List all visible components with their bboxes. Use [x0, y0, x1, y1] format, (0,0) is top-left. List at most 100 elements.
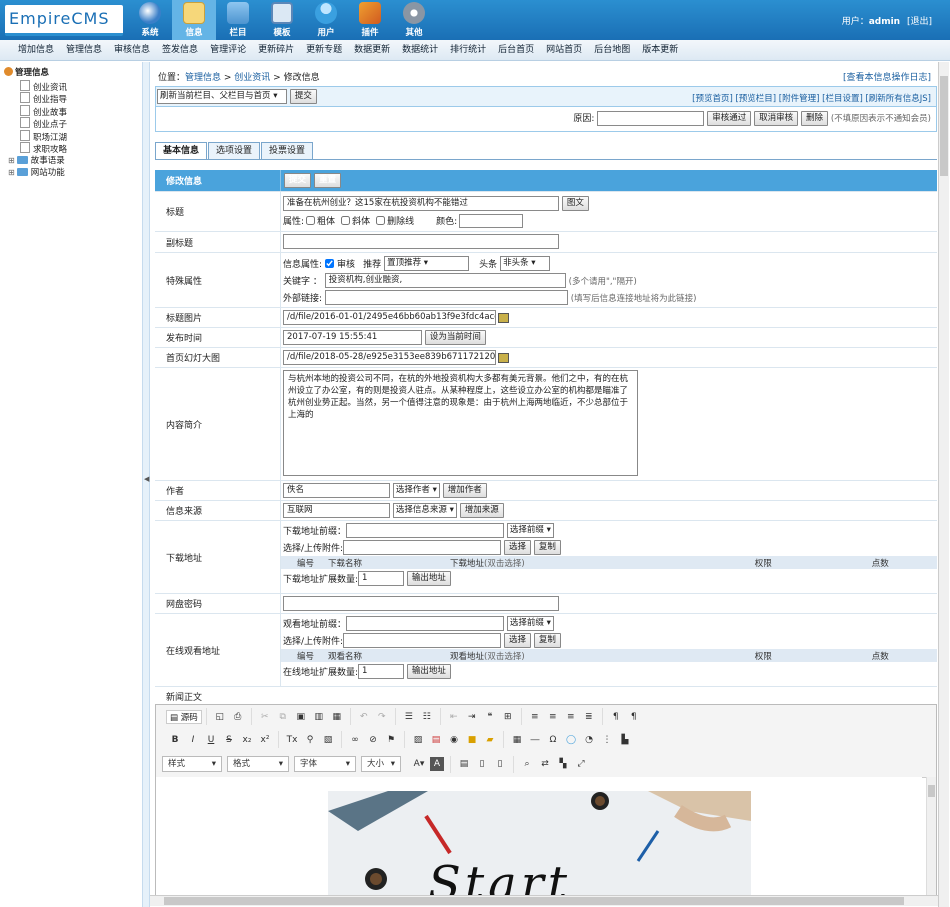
ltr-icon[interactable]: ¶: [609, 710, 623, 724]
crumb-manage[interactable]: 管理信息: [185, 73, 221, 83]
subnav-audit-info[interactable]: 审核信息: [108, 40, 156, 60]
next-page-icon[interactable]: ▙: [618, 733, 632, 747]
online-file-input[interactable]: [343, 633, 502, 648]
source-input[interactable]: 互联网: [283, 503, 390, 518]
form-reset-button[interactable]: 重置: [314, 173, 342, 188]
module-template[interactable]: 模板: [260, 0, 304, 40]
rtl-icon[interactable]: ¶: [627, 710, 641, 724]
page-break-icon[interactable]: ⋮: [600, 733, 614, 747]
headline-select[interactable]: 非头条 ▾: [500, 256, 551, 271]
smiley-icon[interactable]: ◯: [564, 733, 578, 747]
titlepic-input[interactable]: /d/file/2016-01-01/2495e46bb60ab13f9e3fd…: [283, 310, 496, 325]
subnav-manage-info[interactable]: 管理信息: [60, 40, 108, 60]
audit-cancel-button[interactable]: 取消审核: [754, 111, 799, 126]
align-right-icon[interactable]: ≡: [564, 710, 578, 724]
anchor-icon[interactable]: ⚑: [384, 733, 398, 747]
add-source-button[interactable]: 增加来源: [459, 503, 504, 518]
copy-icon[interactable]: ⧉: [276, 710, 290, 724]
outdent-icon[interactable]: ⇤: [447, 710, 461, 724]
title-color-input[interactable]: [459, 213, 524, 228]
image-icon[interactable]: ▨: [411, 733, 425, 747]
title-input[interactable]: 准备在杭州创业？这15家在杭投资机构不能错过: [283, 196, 559, 211]
replace-icon[interactable]: ⇄: [538, 757, 552, 771]
download-file-input[interactable]: [343, 540, 502, 555]
image-select-icon[interactable]: [498, 352, 509, 363]
collapse-arrow-icon[interactable]: ◀: [144, 475, 149, 483]
source-select[interactable]: 选择信息来源 ▾: [392, 503, 457, 518]
recommend-select[interactable]: 置顶推荐 ▾: [384, 256, 470, 271]
main-scrollbar[interactable]: [938, 62, 949, 907]
subnav-data-update[interactable]: 数据更新: [348, 40, 396, 60]
table-icon[interactable]: ▦: [510, 733, 524, 747]
sidebar-splitter[interactable]: ◀: [142, 62, 150, 907]
external-link-input[interactable]: [324, 290, 568, 305]
refresh-select[interactable]: 刷新当前栏目、父栏目与首页 ▾: [157, 89, 287, 104]
link-icon[interactable]: ∞: [348, 733, 362, 747]
file-icon[interactable]: ■: [465, 733, 479, 747]
tree-item[interactable]: 创业指导: [4, 92, 138, 105]
pan-password-input[interactable]: [283, 596, 559, 611]
subtitle-input[interactable]: [283, 234, 559, 249]
horizontal-rule-icon[interactable]: ―: [528, 733, 542, 747]
tree-folder[interactable]: 故事语录: [4, 155, 138, 168]
subnav-update-topics[interactable]: 更新专题: [300, 40, 348, 60]
folder-icon[interactable]: ▰: [483, 733, 497, 747]
template-icon[interactable]: ▧: [321, 733, 335, 747]
module-system[interactable]: 系统: [128, 0, 172, 40]
module-column[interactable]: 栏目: [216, 0, 260, 40]
editor-body[interactable]: Start: [156, 777, 922, 905]
font-dropdown[interactable]: 字体 ▾: [294, 756, 356, 772]
strike-checkbox[interactable]: [376, 216, 386, 225]
numbered-list-icon[interactable]: ☰: [402, 710, 416, 724]
preview-links[interactable]: [预览首页] [预览栏目] [附件管理] [栏目设置] [刷新所有信息JS]: [692, 92, 931, 104]
text-color-icon[interactable]: A▾: [412, 757, 426, 771]
new-page-icon[interactable]: ▯: [475, 757, 489, 771]
remove-format-icon[interactable]: Tx: [285, 733, 299, 747]
indent-icon[interactable]: ⇥: [465, 710, 479, 724]
download-output-button[interactable]: 输出地址: [406, 570, 451, 586]
iframe-icon[interactable]: ◔: [582, 733, 596, 747]
subnav-rank-stats[interactable]: 排行统计: [444, 40, 492, 60]
tree-root[interactable]: 管理信息: [4, 67, 138, 80]
subnav-sign-info[interactable]: 签发信息: [156, 40, 204, 60]
maximize-icon[interactable]: ⤢: [574, 757, 588, 771]
tree-item[interactable]: 求职攻略: [4, 142, 138, 155]
tab-options[interactable]: 选项设置: [208, 142, 261, 159]
tree-item[interactable]: 职场江湖: [4, 130, 138, 143]
newstime-input[interactable]: 2017-07-19 15:55:41: [283, 330, 422, 345]
flash-icon[interactable]: ▤: [429, 733, 443, 747]
strike-icon[interactable]: S: [222, 733, 236, 747]
align-justify-icon[interactable]: ≣: [582, 710, 596, 724]
underline-icon[interactable]: U: [204, 733, 218, 747]
logo[interactable]: EmpireCMS: [5, 5, 123, 36]
undo-icon[interactable]: ↶: [357, 710, 371, 724]
download-select-button[interactable]: 选择: [503, 540, 531, 555]
bullet-list-icon[interactable]: ☷: [420, 710, 434, 724]
subnav-site-home[interactable]: 网站首页: [540, 40, 588, 60]
preview-icon[interactable]: ◱: [213, 710, 227, 724]
intro-textarea[interactable]: 与杭州本地的投资公司不同，在杭的外地投资机构大多都有美元背景。他们之中，有的在杭…: [283, 370, 638, 476]
online-prefix-input[interactable]: [346, 616, 505, 631]
print-icon[interactable]: ⎙: [231, 710, 245, 724]
download-prefix-input[interactable]: [346, 523, 505, 538]
format-dropdown[interactable]: 格式 ▾: [227, 756, 289, 772]
set-now-button[interactable]: 设为当前时间: [424, 330, 486, 345]
paste-plain-icon[interactable]: ▤: [457, 757, 471, 771]
subnav-admin-map[interactable]: 后台地图: [588, 40, 636, 60]
view-log-link[interactable]: [查看本信息操作日志]: [843, 70, 931, 83]
download-prefix-select[interactable]: 选择前缀 ▾: [506, 523, 554, 538]
find-icon[interactable]: ⌕: [520, 757, 534, 771]
flash-pic-input[interactable]: /d/file/2018-05-28/e925e3153ee839b671172…: [283, 350, 496, 365]
special-char-icon[interactable]: Ω: [546, 733, 560, 747]
tree-item[interactable]: 创业故事: [4, 105, 138, 118]
download-count-input[interactable]: 1: [358, 570, 405, 586]
div-container-icon[interactable]: ⊞: [501, 710, 515, 724]
subnav-add-info[interactable]: 增加信息: [12, 40, 60, 60]
tree-item[interactable]: 创业点子: [4, 117, 138, 130]
online-output-button[interactable]: 输出地址: [406, 663, 451, 679]
paste-text-icon[interactable]: ▥: [312, 710, 326, 724]
crumb-category[interactable]: 创业资讯: [234, 73, 270, 83]
audit-checkbox[interactable]: [325, 259, 335, 268]
cut-icon[interactable]: ✂: [258, 710, 272, 724]
audit-pass-button[interactable]: 审核通过: [707, 111, 752, 126]
